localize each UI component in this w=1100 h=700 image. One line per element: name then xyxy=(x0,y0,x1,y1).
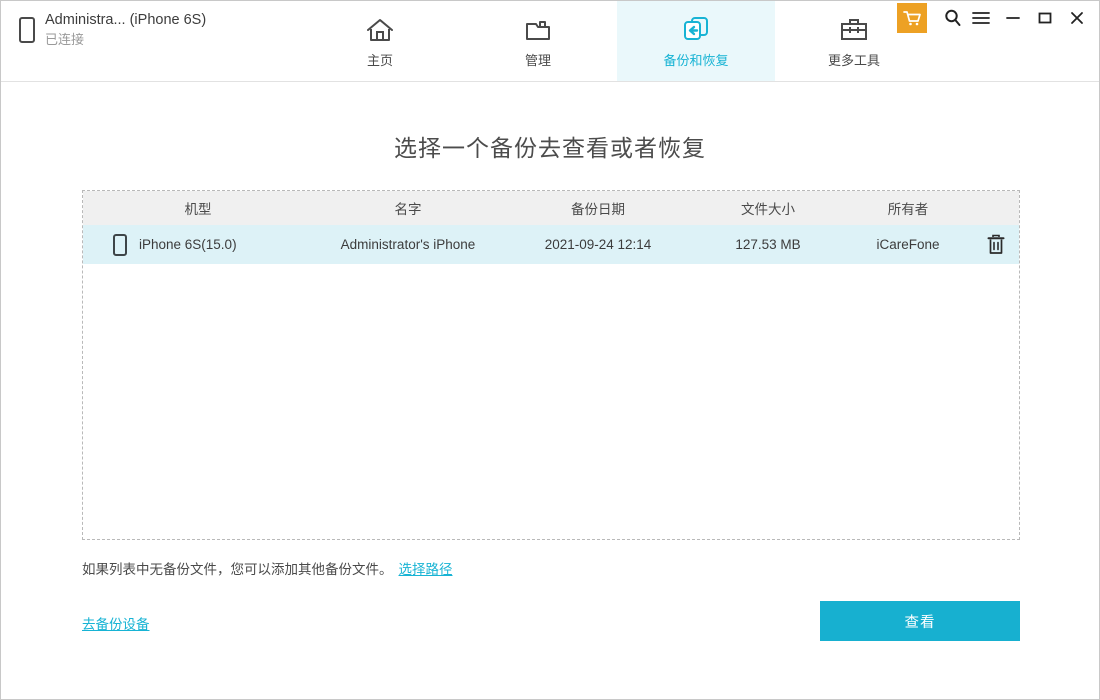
choose-path-link[interactable]: 选择路径 xyxy=(399,558,453,578)
device-info[interactable]: Administra... (iPhone 6S) 已连接 xyxy=(1,1,301,81)
shopping-cart-icon xyxy=(903,11,921,26)
tab-manage[interactable]: 管理 xyxy=(459,1,617,81)
column-header-name: 名字 xyxy=(394,202,422,217)
trash-icon xyxy=(987,234,1005,254)
search-button[interactable] xyxy=(939,3,967,33)
close-button[interactable] xyxy=(1063,3,1091,33)
window-controls xyxy=(897,1,1099,35)
home-icon xyxy=(365,14,395,44)
restore-icon xyxy=(680,14,712,44)
folder-icon xyxy=(523,14,553,44)
tab-more-tools-label: 更多工具 xyxy=(827,52,880,68)
app-window: Administra... (iPhone 6S) 已连接 主页 管理 备份和恢… xyxy=(0,0,1100,700)
tab-manage-label: 管理 xyxy=(524,52,551,68)
device-texts: Administra... (iPhone 6S) 已连接 xyxy=(45,11,206,48)
cell-action xyxy=(973,232,1019,258)
phone-icon xyxy=(113,233,127,256)
column-header-size: 文件大小 xyxy=(741,202,795,217)
minimize-button[interactable] xyxy=(999,3,1027,33)
phone-icon xyxy=(19,17,35,43)
maximize-icon xyxy=(1038,12,1052,24)
cell-size: 127.53 MB xyxy=(735,237,801,252)
table-row[interactable]: iPhone 6S(15.0) Administrator's iPhone 2… xyxy=(83,225,1019,264)
hamburger-menu-icon xyxy=(972,12,990,24)
cell-owner: iCareFone xyxy=(876,237,940,252)
device-status: 已连接 xyxy=(45,32,85,47)
go-backup-device-link[interactable]: 去备份设备 xyxy=(82,613,150,633)
column-header-owner: 所有者 xyxy=(887,202,929,217)
backup-list-panel: 机型 名字 备份日期 文件大小 所有者 iPhone 6S(15.0) Admi… xyxy=(82,190,1020,540)
hint-text: 如果列表中无备份文件，您可以添加其他备份文件。 xyxy=(82,562,393,577)
view-button[interactable]: 查看 xyxy=(820,601,1020,641)
main-content: 选择一个备份去查看或者恢复 机型 名字 备份日期 文件大小 所有者 iPhone… xyxy=(1,82,1099,699)
minimize-icon xyxy=(1006,17,1020,19)
tab-backup-restore-label: 备份和恢复 xyxy=(663,52,729,68)
maximize-button[interactable] xyxy=(1031,3,1059,33)
cell-date: 2021-09-24 12:14 xyxy=(544,237,652,252)
tab-home-label: 主页 xyxy=(366,52,393,68)
delete-backup-button[interactable] xyxy=(983,232,1009,258)
cell-model: iPhone 6S(15.0) xyxy=(83,233,313,256)
table-header: 机型 名字 备份日期 文件大小 所有者 xyxy=(83,191,1019,225)
shopping-cart-button[interactable] xyxy=(897,3,927,33)
device-name: Administra... (iPhone 6S) xyxy=(45,12,207,29)
toolbox-icon xyxy=(838,14,870,44)
hint-row: 如果列表中无备份文件，您可以添加其他备份文件。 选择路径 xyxy=(82,558,453,578)
column-header-date: 备份日期 xyxy=(571,202,625,217)
menu-button[interactable] xyxy=(967,3,995,33)
column-header-model: 机型 xyxy=(184,202,212,217)
cell-model-label: iPhone 6S(15.0) xyxy=(139,237,237,252)
search-icon xyxy=(945,9,961,26)
close-icon xyxy=(1071,12,1083,24)
tab-backup-restore[interactable]: 备份和恢复 xyxy=(617,1,775,81)
tab-home[interactable]: 主页 xyxy=(301,1,459,81)
page-title: 选择一个备份去查看或者恢复 xyxy=(394,135,706,161)
app-header: Administra... (iPhone 6S) 已连接 主页 管理 备份和恢… xyxy=(1,1,1099,82)
cell-name: Administrator's iPhone xyxy=(340,237,476,252)
